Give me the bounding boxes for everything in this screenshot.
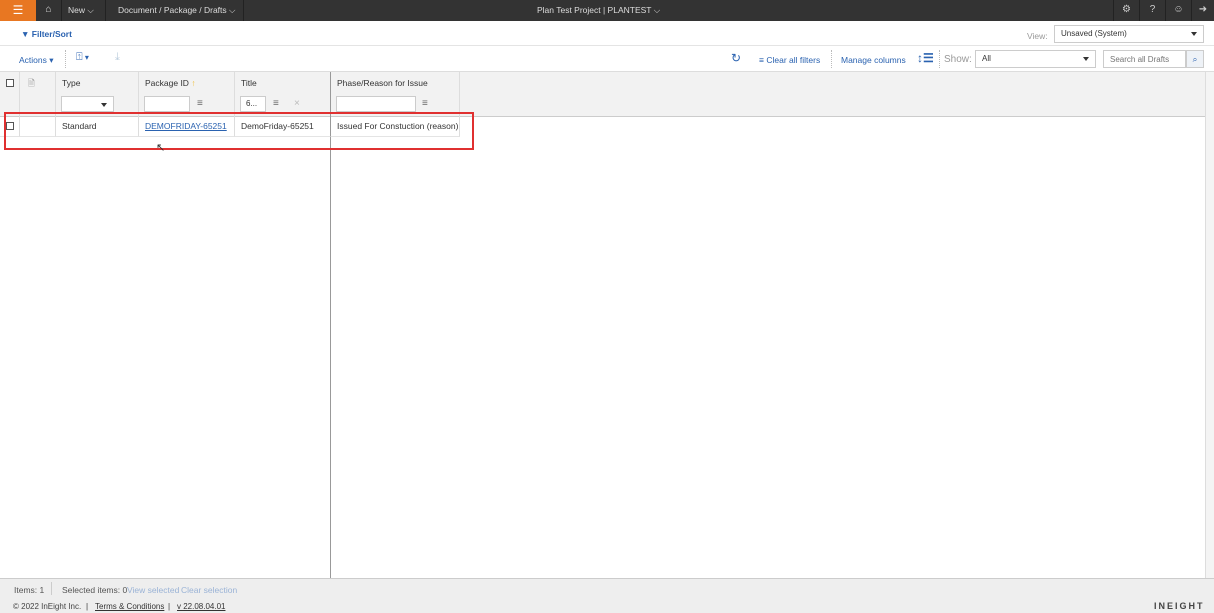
title-filter-input[interactable]: 6... <box>240 96 266 112</box>
help-icon[interactable]: ? <box>1139 0 1165 21</box>
highlight-box <box>4 112 474 150</box>
column-title[interactable]: Title 6... ≡ × <box>235 72 331 117</box>
breadcrumb[interactable]: Document / Package / Drafts ⌵ <box>106 0 244 21</box>
filter-sort-label: Filter/Sort <box>31 29 72 39</box>
breadcrumb-label: Document / Package / Drafts <box>118 5 227 15</box>
frozen-column-divider[interactable] <box>330 137 331 578</box>
top-bar: ☰ ⌂ New ⌵ Document / Package / Drafts ⌵ … <box>0 0 1214 21</box>
view-selected-link[interactable]: View selected <box>127 585 179 595</box>
row-density-icon[interactable]: ↕☰ <box>917 51 934 65</box>
clear-all-filters-button[interactable]: ≡ Clear all filters <box>759 55 820 65</box>
select-all-column <box>0 72 20 117</box>
hamburger-menu-icon[interactable]: ☰ <box>0 0 36 21</box>
user-icon[interactable]: ☺ <box>1165 0 1191 21</box>
view-select[interactable]: Unsaved (System) <box>1054 25 1204 43</box>
type-filter-select[interactable] <box>61 96 114 112</box>
mouse-cursor-icon: ↖ <box>156 142 166 154</box>
separator: | <box>86 602 89 611</box>
search-icon[interactable]: ⌕ <box>1186 50 1204 68</box>
toolbar: Actions ▾ ⍐ ▾ ⤓ ↻ ≡ Clear all filters Ma… <box>0 46 1214 72</box>
divider <box>51 582 52 595</box>
new-menu[interactable]: New ⌵ <box>62 0 106 21</box>
divider <box>65 50 66 68</box>
column-package-id[interactable]: Package ID ↑ ≡ <box>139 72 235 117</box>
show-label: Show: <box>944 54 972 65</box>
logout-icon[interactable]: ➜ <box>1191 0 1214 21</box>
home-icon[interactable]: ⌂ <box>36 0 62 21</box>
version-link[interactable]: v 22.08.04.01 <box>177 602 225 611</box>
vertical-scrollbar[interactable] <box>1205 72 1214 578</box>
ineight-logo: INEIGHT <box>1154 601 1205 611</box>
actions-label: Actions <box>19 55 47 65</box>
column-header-title[interactable]: Title <box>241 78 257 88</box>
column-type[interactable]: Type <box>56 72 139 117</box>
show-select[interactable]: All <box>975 50 1096 68</box>
show-value: All <box>982 54 991 63</box>
filter-bar: ▼ Filter/Sort View: Unsaved (System) <box>0 21 1214 46</box>
chevron-down-icon: ⌵ <box>229 5 236 15</box>
caret-down-icon: ▾ <box>49 55 54 65</box>
column-phase[interactable]: Phase/Reason for Issue ≡ <box>331 72 460 117</box>
caret-down-icon <box>1191 32 1197 36</box>
project-selector[interactable]: Plan Test Project | PLANTEST ⌵ <box>537 0 660 20</box>
manage-columns-button[interactable]: Manage columns <box>841 55 906 65</box>
terms-link[interactable]: Terms & Conditions <box>95 602 164 611</box>
filter-icon[interactable]: ≡ <box>197 98 203 109</box>
filter-icon: ▼ <box>21 29 30 39</box>
column-label: Package ID <box>145 78 189 88</box>
chevron-down-icon: ⌵ <box>87 5 94 15</box>
filter-icon[interactable]: ≡ <box>422 98 428 109</box>
refresh-icon[interactable]: ↻ <box>731 51 741 65</box>
separator: | <box>168 602 171 611</box>
search-input[interactable] <box>1103 50 1186 68</box>
filter-lines-icon: ≡ <box>759 55 764 65</box>
clear-filter-icon[interactable]: × <box>294 98 300 109</box>
caret-down-icon <box>101 103 107 107</box>
view-label: View: <box>1027 31 1048 41</box>
filter-sort-button[interactable]: ▼ Filter/Sort <box>21 29 72 39</box>
column-header-package-id[interactable]: Package ID ↑ <box>145 78 196 88</box>
select-all-checkbox[interactable] <box>6 79 14 87</box>
project-label: Plan Test Project | PLANTEST <box>537 5 652 15</box>
sort-ascending-icon: ↑ <box>191 78 196 88</box>
status-bar: Items: 1 Selected items: 0 View selected… <box>0 578 1214 598</box>
phase-filter-input[interactable] <box>336 96 416 112</box>
filter-icon[interactable]: ≡ <box>273 98 279 109</box>
chevron-down-icon: ⌵ <box>653 5 661 15</box>
settings-icon[interactable]: ⚙ <box>1113 0 1139 21</box>
caret-down-icon <box>1083 57 1089 61</box>
download-icon: ⤓ <box>115 51 120 63</box>
clear-filters-label: Clear all filters <box>766 55 821 65</box>
divider <box>831 50 832 68</box>
new-label: New <box>68 5 86 15</box>
document-icon: 🗎 <box>28 78 35 88</box>
actions-button[interactable]: Actions ▾ <box>19 55 54 66</box>
column-header-phase[interactable]: Phase/Reason for Issue <box>337 78 428 88</box>
column-header-type[interactable]: Type <box>62 78 80 88</box>
package-id-filter-input[interactable] <box>144 96 190 112</box>
copyright: © 2022 InEight Inc. <box>13 602 82 611</box>
items-count: Items: 1 <box>14 585 45 595</box>
divider <box>939 50 940 68</box>
icon-column: 🗎 <box>20 72 56 117</box>
clear-selection-link[interactable]: Clear selection <box>181 585 237 595</box>
view-value: Unsaved (System) <box>1061 29 1127 38</box>
footer: © 2022 InEight Inc. | Terms & Conditions… <box>0 598 1214 613</box>
upload-document-icon[interactable]: ⍐ ▾ <box>76 51 89 64</box>
selected-count: Selected items: 0 <box>62 585 128 595</box>
